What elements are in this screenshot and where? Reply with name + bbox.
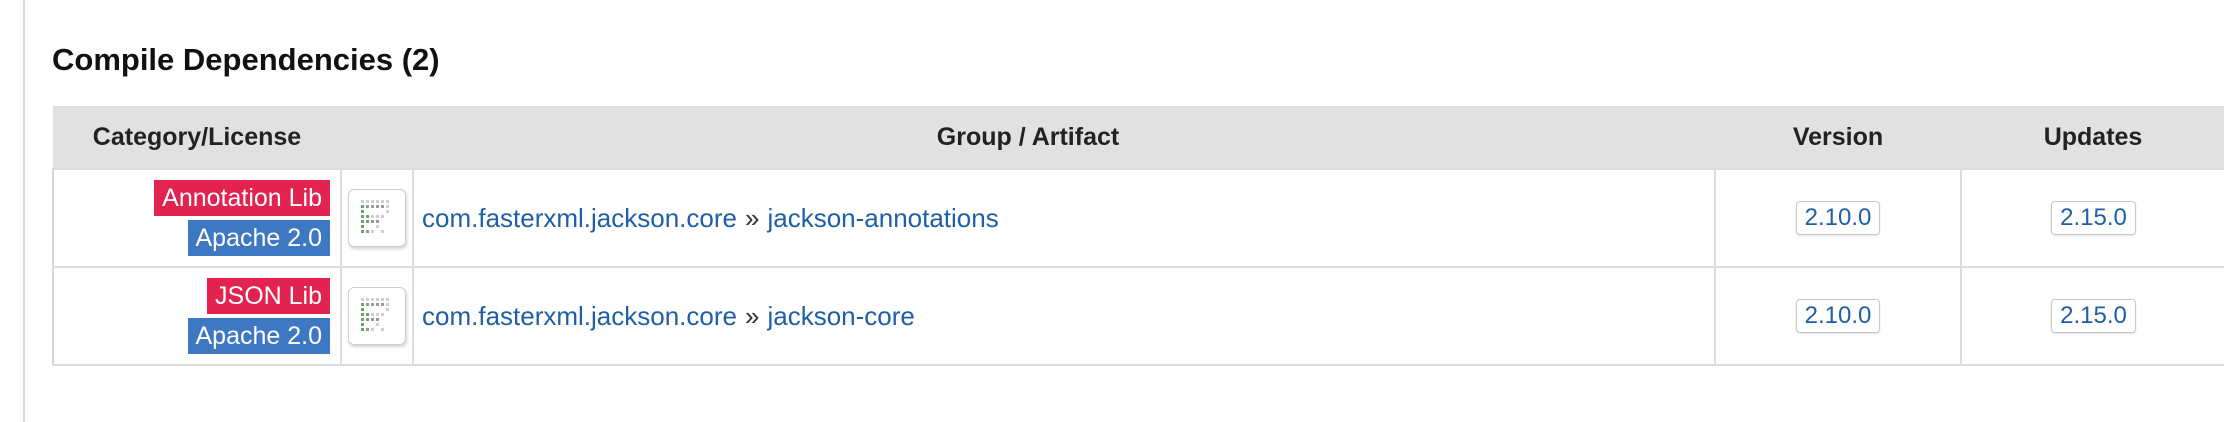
header-updates: Updates (1961, 106, 2224, 169)
header-category-license: Category/License (53, 106, 341, 169)
version-cell: 2.10.0 (1714, 168, 1963, 268)
updates-cell: 2.15.0 (1960, 168, 2224, 268)
dependencies-table: Category/License Group / Artifact Versio… (52, 106, 2224, 366)
license-badge[interactable]: Apache 2.0 (187, 318, 330, 354)
version-link[interactable]: 2.10.0 (1795, 299, 1881, 333)
artifact-link[interactable]: jackson-annotations (767, 203, 998, 233)
header-version: Version (1715, 106, 1962, 169)
update-version-link[interactable]: 2.15.0 (2051, 299, 2136, 333)
category-license-cell: Annotation Lib Apache 2.0 (52, 168, 342, 268)
category-badge[interactable]: Annotation Lib (154, 180, 330, 216)
update-version-link[interactable]: 2.15.0 (2051, 201, 2136, 235)
category-badge[interactable]: JSON Lib (207, 278, 330, 314)
version-link[interactable]: 2.10.0 (1795, 201, 1881, 235)
section-title: Compile Dependencies (2) (52, 42, 440, 77)
artifact-link[interactable]: jackson-core (767, 301, 914, 331)
group-link[interactable]: com.fasterxml.jackson.core (422, 301, 737, 331)
version-cell: 2.10.0 (1714, 266, 1963, 366)
group-artifact-cell: com.fasterxml.jackson.core» jackson-core (411, 266, 1717, 366)
group-artifact-separator: » (744, 202, 760, 233)
page: Compile Dependencies (2) Category/Licens… (0, 0, 2224, 422)
group-link[interactable]: com.fasterxml.jackson.core (422, 203, 737, 233)
license-badge[interactable]: Apache 2.0 (187, 220, 330, 256)
header-group-artifact: Group / Artifact (341, 106, 1716, 169)
category-license-cell: JSON Lib Apache 2.0 (52, 266, 342, 366)
logo-cell (340, 168, 414, 268)
table-row: JSON Lib Apache 2.0 com.fasterxml.jackso… (52, 266, 2224, 366)
group-artifact-separator: » (744, 300, 760, 331)
left-divider (23, 0, 25, 422)
updates-cell: 2.15.0 (1960, 266, 2224, 366)
table-row: Annotation Lib Apache 2.0 com.fasterxml.… (52, 168, 2224, 268)
logo-cell (340, 266, 414, 366)
artifact-logo-icon[interactable] (348, 189, 406, 247)
artifact-logo-icon[interactable] (348, 287, 406, 345)
group-artifact-cell: com.fasterxml.jackson.core» jackson-annot… (411, 168, 1717, 268)
table-header-row: Category/License Group / Artifact Versio… (53, 106, 2224, 169)
